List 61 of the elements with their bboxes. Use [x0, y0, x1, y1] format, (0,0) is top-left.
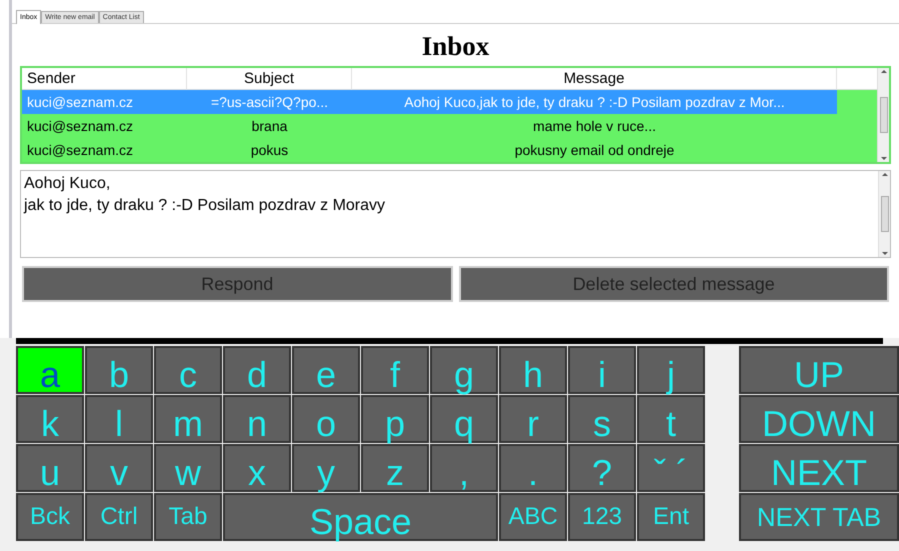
keyboard-key[interactable]: Tab	[154, 493, 222, 541]
scrollbar[interactable]	[877, 68, 889, 162]
keyboard-key[interactable]: Ent	[637, 493, 705, 541]
table-row[interactable]: kuci@seznam.cz pokus pokusny email od ondreje	[22, 138, 837, 162]
keyboard-key[interactable]: a	[16, 346, 84, 394]
keyboard-key[interactable]: y	[292, 444, 360, 492]
action-button[interactable]: Respond	[22, 266, 452, 302]
table-cell-text: brana	[250, 116, 288, 136]
table-cell-text: Aohoj Kuco,jak to jde, ty draku ? :-D Posilam pozdrav z Mor...	[403, 92, 786, 112]
keyboard-key[interactable]: c	[154, 346, 222, 394]
keyboard-key[interactable]: Bck	[16, 493, 84, 541]
keyboard-key[interactable]: NEXT	[739, 444, 899, 492]
keyboard-key[interactable]: m	[154, 395, 222, 443]
keyboard-key[interactable]: Ctrl	[85, 493, 153, 541]
message-line: Aohoj Kuco,	[24, 174, 112, 194]
keyboard-key[interactable]: i	[568, 346, 636, 394]
keyboard-key[interactable]: s	[568, 395, 636, 443]
keyboard-key[interactable]: .	[499, 444, 567, 492]
message-line: jak to jde, ty draku ? :-D Posilam pozdrav z Moravy	[24, 196, 386, 216]
table-cell-text: kuci@seznam.cz	[26, 140, 134, 160]
keyboard-key[interactable]: ABC	[499, 493, 567, 541]
keyboard-key[interactable]: UP	[739, 346, 899, 394]
message-body[interactable]: Aohoj Kuco, jak to jde, ty draku ? :-D Posilam pozdrav z Moravy	[20, 170, 891, 258]
keyboard-key[interactable]: t	[637, 395, 705, 443]
keyboard-key[interactable]: NEXT TAB	[739, 493, 899, 541]
keyboard-key[interactable]: h	[499, 346, 567, 394]
table-cell-text: mame hole v ruce...	[532, 116, 657, 136]
keyboard-key[interactable]: n	[223, 395, 291, 443]
keyboard-key[interactable]: p	[361, 395, 429, 443]
scrollbar[interactable]	[878, 171, 890, 257]
keyboard-key[interactable]: q	[430, 395, 498, 443]
table-cell-text: pokusny email od ondreje	[514, 140, 676, 160]
keyboard-key[interactable]: f	[361, 346, 429, 394]
keyboard-key[interactable]: d	[223, 346, 291, 394]
keyboard-key[interactable]: j	[637, 346, 705, 394]
keyboard-key[interactable]: v	[85, 444, 153, 492]
keyboard-key[interactable]: r	[499, 395, 567, 443]
table-row[interactable]: kuci@seznam.cz brana mame hole v ruce...	[22, 114, 837, 138]
keyboard-key[interactable]: o	[292, 395, 360, 443]
table-cell-text: =?us-ascii?Q?po...	[210, 92, 330, 112]
keyboard-key[interactable]: ,	[430, 444, 498, 492]
keyboard-key[interactable]: ?	[568, 444, 636, 492]
keyboard-key[interactable]: x	[223, 444, 291, 492]
keyboard-key[interactable]: 123	[568, 493, 636, 541]
keyboard-key[interactable]: ˇ ´	[637, 444, 705, 492]
keyboard-key[interactable]: z	[361, 444, 429, 492]
page-title: Inbox	[422, 30, 490, 62]
keyboard-key[interactable]: w	[154, 444, 222, 492]
keyboard-key[interactable]: DOWN	[739, 395, 899, 443]
keyboard-key[interactable]: u	[16, 444, 84, 492]
table-cell-text: kuci@seznam.cz	[26, 116, 134, 136]
keyboard-key[interactable]: e	[292, 346, 360, 394]
table-cell-text: kuci@seznam.cz	[26, 92, 134, 112]
keyboard-key[interactable]: b	[85, 346, 153, 394]
action-button[interactable]: Delete selected message	[458, 266, 889, 302]
table-cell-text: pokus	[250, 140, 290, 160]
keyboard-key[interactable]: k	[16, 395, 84, 443]
space-key[interactable]: Space	[223, 493, 498, 541]
keyboard-key[interactable]: g	[430, 346, 498, 394]
table-row[interactable]: kuci@seznam.cz =?us-ascii?Q?po... Aohoj Kuco,jak to jde, ty draku ? :-D Posilam pozdrav z Mor...	[22, 90, 837, 114]
keyboard-key[interactable]: l	[85, 395, 153, 443]
